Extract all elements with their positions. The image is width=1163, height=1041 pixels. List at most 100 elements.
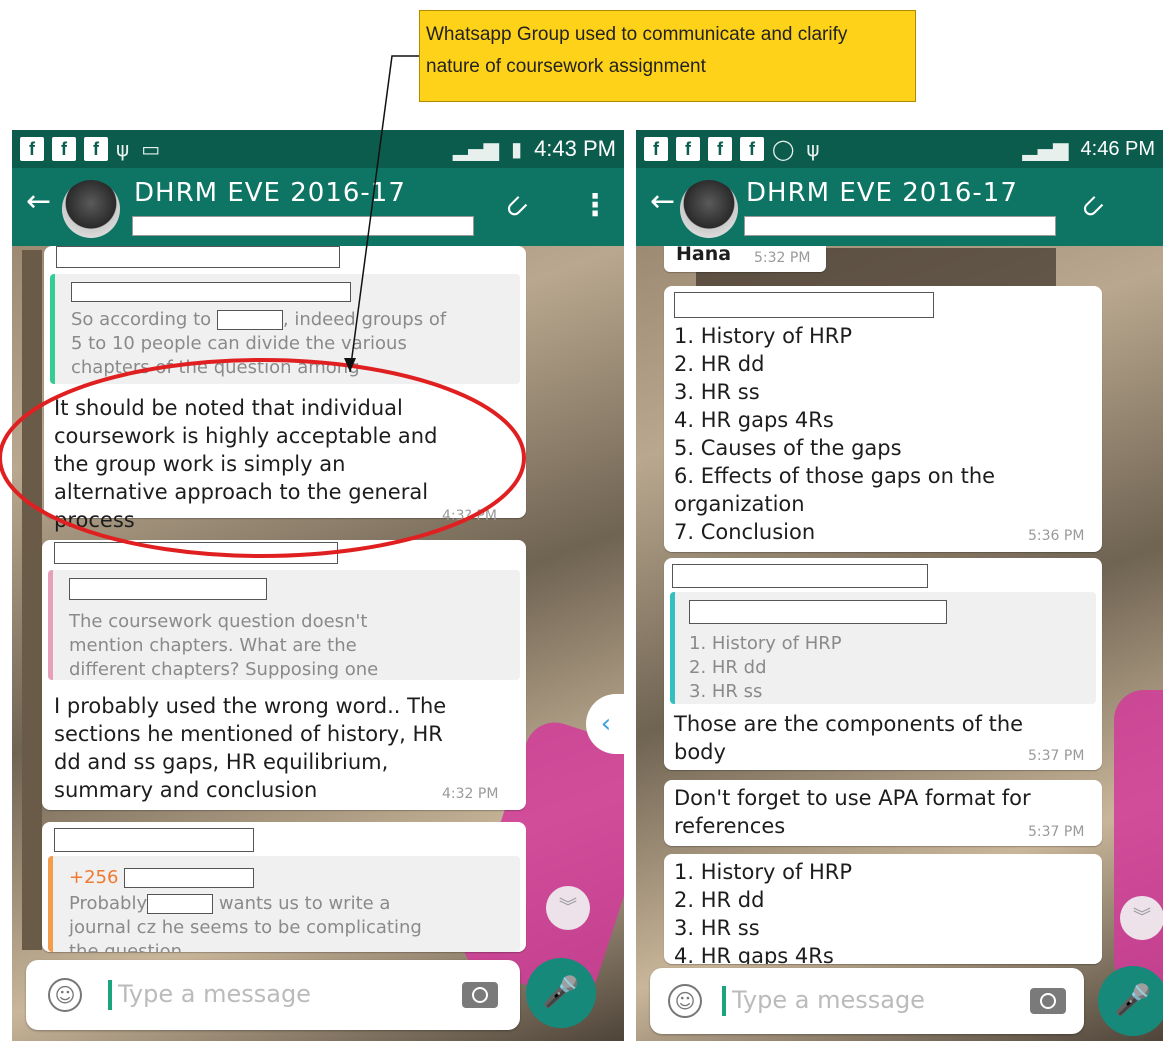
message-time: 5:32 PM bbox=[754, 250, 811, 266]
callout-line-1: Whatsapp Group used to communicate and c… bbox=[426, 24, 848, 45]
screenshot-icon: ▭ bbox=[141, 137, 161, 161]
paperclip-icon[interactable]: ⊂ bbox=[1072, 187, 1112, 227]
quote-line: 2. HR dd bbox=[689, 657, 767, 678]
scroll-down-icon[interactable]: ︾ bbox=[546, 886, 590, 930]
message-time: 5:37 PM bbox=[1028, 824, 1085, 840]
message-line: sections he mentioned of history, HR bbox=[54, 722, 443, 746]
quote-line: So according to , indeed groups of bbox=[71, 309, 447, 330]
message-line: 5. Causes of the gaps bbox=[674, 436, 902, 460]
status-time: 4:46 PM bbox=[1080, 137, 1155, 160]
message-bubble[interactable]: The coursework question doesn't mention … bbox=[42, 540, 526, 810]
quote-line: mention chapters. What are the bbox=[69, 635, 357, 656]
redacted-sender bbox=[54, 828, 254, 852]
quote-line: 1. History of HRP bbox=[689, 633, 842, 654]
chat-header: ← DHRM EVE 2016-17 ⊂ ⋮ bbox=[636, 168, 1163, 246]
back-arrow-icon[interactable]: ← bbox=[650, 184, 675, 219]
quote-line: chapters of the question among bbox=[71, 357, 360, 378]
signal-icon: ▂▄▆ bbox=[452, 137, 500, 161]
status-time: 4:43 PM bbox=[534, 136, 616, 161]
redacted-participants bbox=[132, 216, 474, 236]
redacted-sender bbox=[689, 600, 947, 624]
message-line: alternative approach to the general bbox=[54, 480, 429, 504]
emoji-icon[interactable]: ☺ bbox=[48, 978, 82, 1012]
text-cursor bbox=[108, 980, 112, 1010]
message-line: the group work is simply an bbox=[54, 452, 346, 476]
redacted-phone bbox=[124, 868, 255, 888]
message-line: Those are the components of the bbox=[674, 712, 1024, 736]
chat-header: ← DHRM EVE 2016-17 ⊂ ⋮ bbox=[12, 168, 624, 246]
message-time: 4:32 PM bbox=[442, 786, 499, 802]
paperclip-icon[interactable]: ⊂ bbox=[496, 187, 536, 227]
message-bubble[interactable]: So according to , indeed groups of 5 to … bbox=[44, 246, 526, 532]
facebook-notification-icon: f bbox=[676, 137, 700, 161]
message-line: 4. HR gaps 4Rs bbox=[674, 408, 834, 432]
message-line: process bbox=[54, 508, 135, 532]
quote-line: Probably wants us to write a bbox=[69, 893, 391, 914]
message-input[interactable]: Type a message bbox=[732, 986, 925, 1014]
redacted-sender bbox=[674, 292, 934, 318]
message-line: I probably used the wrong word.. The bbox=[54, 694, 447, 718]
message-line: dd and ss gaps, HR equilibrium, bbox=[54, 750, 389, 774]
message-line: organization bbox=[674, 492, 805, 516]
message-bubble[interactable]: +256 Probably wants us to write a journa… bbox=[42, 822, 526, 952]
quoted-message[interactable]: +256 Probably wants us to write a journa… bbox=[48, 856, 520, 952]
message-input-bar[interactable]: ☺ Type a message bbox=[650, 968, 1084, 1034]
group-avatar[interactable] bbox=[680, 180, 738, 238]
message-line: 3. HR ss bbox=[674, 916, 760, 940]
quote-line: The coursework question doesn't bbox=[69, 611, 368, 632]
message-input-bar[interactable]: ☺ Type a message bbox=[26, 960, 520, 1030]
camera-icon[interactable] bbox=[462, 982, 498, 1008]
camera-icon[interactable] bbox=[1030, 988, 1066, 1014]
message-bubble[interactable]: 1. History of HRP 2. HR dd 3. HR ss 4. H… bbox=[664, 854, 1102, 964]
quote-line: 3. HR ss bbox=[689, 681, 763, 702]
facebook-notification-icon: f bbox=[20, 137, 44, 161]
facebook-notification-icon: f bbox=[644, 137, 668, 161]
quoted-message[interactable]: 1. History of HRP 2. HR dd 3. HR ss bbox=[670, 592, 1096, 704]
quoted-message[interactable]: So according to , indeed groups of 5 to … bbox=[50, 274, 520, 384]
message-bubble[interactable]: Hana 5:32 PM bbox=[664, 243, 826, 272]
message-bubble[interactable]: 1. History of HRP 2. HR dd 3. HR ss 4. H… bbox=[664, 286, 1102, 552]
usb-icon: ψ bbox=[116, 137, 130, 161]
message-line: 3. HR ss bbox=[674, 380, 760, 404]
more-options-icon[interactable]: ⋮ bbox=[580, 188, 610, 223]
scroll-down-icon[interactable]: ︾ bbox=[1120, 896, 1163, 940]
phone-screenshot-right: f f f f ◯ ψ ▂▄▆ 4:46 PM ← DHRM EVE 2016-… bbox=[636, 130, 1163, 1041]
quote-line: journal cz he seems to be complicating bbox=[69, 917, 422, 938]
message-input[interactable]: Type a message bbox=[118, 980, 311, 1008]
emoji-icon[interactable]: ☺ bbox=[668, 984, 702, 1018]
redacted-sender bbox=[56, 246, 340, 268]
more-options-icon[interactable]: ⋮ bbox=[1152, 188, 1163, 223]
group-title[interactable]: DHRM EVE 2016-17 bbox=[134, 178, 406, 208]
quote-line: different chapters? Supposing one bbox=[69, 659, 379, 680]
signal-icon: ▂▄▆ bbox=[1022, 137, 1069, 161]
facebook-notification-icon: f bbox=[740, 137, 764, 161]
background-decoration bbox=[1114, 690, 1163, 990]
message-line: It should be noted that individual bbox=[54, 396, 403, 420]
message-line: Hana bbox=[676, 243, 732, 265]
message-line: summary and conclusion bbox=[54, 778, 318, 802]
callout-line-2: nature of coursework assignment bbox=[426, 56, 706, 77]
redacted-name bbox=[147, 894, 214, 914]
phone-screenshot-left: f f f ψ ▭ ▂▄▆ ▮ 4:43 PM ← DHRM EVE 2016-… bbox=[12, 130, 624, 1041]
facebook-notification-icon: f bbox=[52, 137, 76, 161]
redacted-sender bbox=[54, 542, 338, 564]
quote-line: the question bbox=[69, 941, 183, 952]
mic-button[interactable]: 🎤 bbox=[1098, 966, 1163, 1036]
message-line: 2. HR dd bbox=[674, 352, 765, 376]
message-line: 4. HR gaps 4Rs bbox=[674, 944, 834, 964]
redacted-sender bbox=[71, 282, 351, 302]
group-title[interactable]: DHRM EVE 2016-17 bbox=[746, 178, 1018, 208]
quoted-message[interactable]: The coursework question doesn't mention … bbox=[48, 570, 520, 680]
mic-button[interactable]: 🎤 bbox=[526, 958, 596, 1028]
group-avatar[interactable] bbox=[62, 180, 120, 238]
back-arrow-icon[interactable]: ← bbox=[26, 184, 51, 219]
message-bubble[interactable]: Don't forget to use APA format for refer… bbox=[664, 780, 1102, 846]
usb-icon: ψ bbox=[806, 137, 820, 161]
quote-sender-phone: +256 bbox=[69, 866, 255, 890]
message-line: 6. Effects of those gaps on the bbox=[674, 464, 996, 488]
message-line: references bbox=[674, 814, 786, 838]
message-time: 5:37 PM bbox=[1028, 748, 1085, 764]
message-bubble[interactable]: 1. History of HRP 2. HR dd 3. HR ss Thos… bbox=[664, 558, 1102, 770]
redacted-participants bbox=[744, 216, 1056, 236]
status-bar: f f f ψ ▭ ▂▄▆ ▮ 4:43 PM bbox=[12, 130, 624, 168]
